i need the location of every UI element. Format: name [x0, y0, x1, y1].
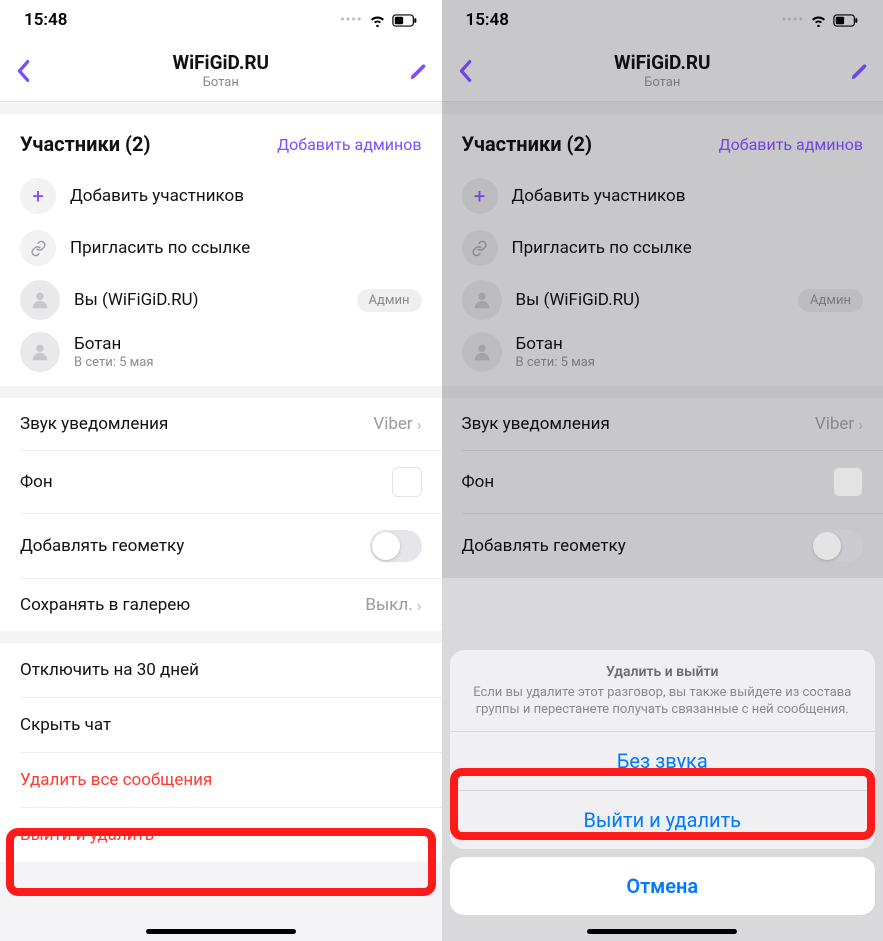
- participants-title: Участники (2): [20, 132, 151, 156]
- admin-badge: Админ: [357, 289, 422, 312]
- member-name: Вы (WiFiGiD.RU): [74, 290, 343, 310]
- signal-dots-icon: ••••: [340, 13, 362, 28]
- chevron-right-icon: ›: [417, 596, 422, 615]
- background-swatch: [392, 467, 422, 497]
- sheet-mute-button[interactable]: Без звука: [450, 731, 876, 790]
- notification-sound-row[interactable]: Звук уведомления Viber›: [0, 398, 442, 450]
- home-indicator[interactable]: [146, 929, 296, 934]
- edit-button[interactable]: [396, 60, 442, 82]
- link-icon: [20, 230, 56, 266]
- sheet-title: Удалить и выйти: [472, 664, 854, 680]
- add-admins-button[interactable]: Добавить админов: [277, 135, 421, 154]
- nav-bar: WiFiGiD.RU Ботан: [0, 40, 442, 102]
- hide-chat-button[interactable]: Скрыть чат: [0, 698, 442, 752]
- back-button[interactable]: [0, 59, 46, 83]
- sheet-description: Если вы удалите этот разговор, вы также …: [472, 684, 854, 719]
- wifi-icon: [369, 14, 386, 27]
- page-subtitle: Ботан: [46, 75, 396, 90]
- sheet-leave-delete-button[interactable]: Выйти и удалить: [450, 790, 876, 849]
- save-gallery-row[interactable]: Сохранять в галерею Выкл.›: [0, 579, 442, 631]
- clock: 15:48: [24, 10, 67, 30]
- page-title: WiFiGiD.RU: [46, 51, 396, 74]
- member-row-self[interactable]: Вы (WiFiGiD.RU) Админ: [0, 274, 442, 326]
- battery-icon: [392, 14, 418, 27]
- geotag-row[interactable]: Добавлять геометку: [0, 514, 442, 578]
- invite-link-button[interactable]: Пригласить по ссылке: [0, 222, 442, 274]
- member-status: В сети: 5 мая: [74, 355, 422, 370]
- snooze-button[interactable]: Отключить на 30 дней: [0, 643, 442, 697]
- delete-all-button[interactable]: Удалить все сообщения: [0, 753, 442, 807]
- add-members-button[interactable]: + Добавить участников: [0, 170, 442, 222]
- leave-delete-button[interactable]: Выйти и удалить: [0, 808, 442, 862]
- home-indicator[interactable]: [587, 929, 737, 934]
- chevron-right-icon: ›: [417, 415, 422, 434]
- status-bar: 15:48 ••••: [0, 0, 442, 40]
- member-row[interactable]: Ботан В сети: 5 мая: [0, 326, 442, 386]
- avatar-icon: [20, 332, 60, 372]
- plus-icon: +: [20, 178, 56, 214]
- action-sheet-backdrop[interactable]: Удалить и выйти Если вы удалите этот раз…: [442, 0, 883, 941]
- avatar-icon: [20, 280, 60, 320]
- action-sheet: Удалить и выйти Если вы удалите этот раз…: [450, 650, 876, 849]
- sheet-cancel-button[interactable]: Отмена: [450, 857, 876, 915]
- background-row[interactable]: Фон: [0, 451, 442, 513]
- geotag-toggle[interactable]: [370, 530, 422, 562]
- status-icons: ••••: [340, 13, 417, 28]
- member-name: Ботан: [74, 334, 422, 354]
